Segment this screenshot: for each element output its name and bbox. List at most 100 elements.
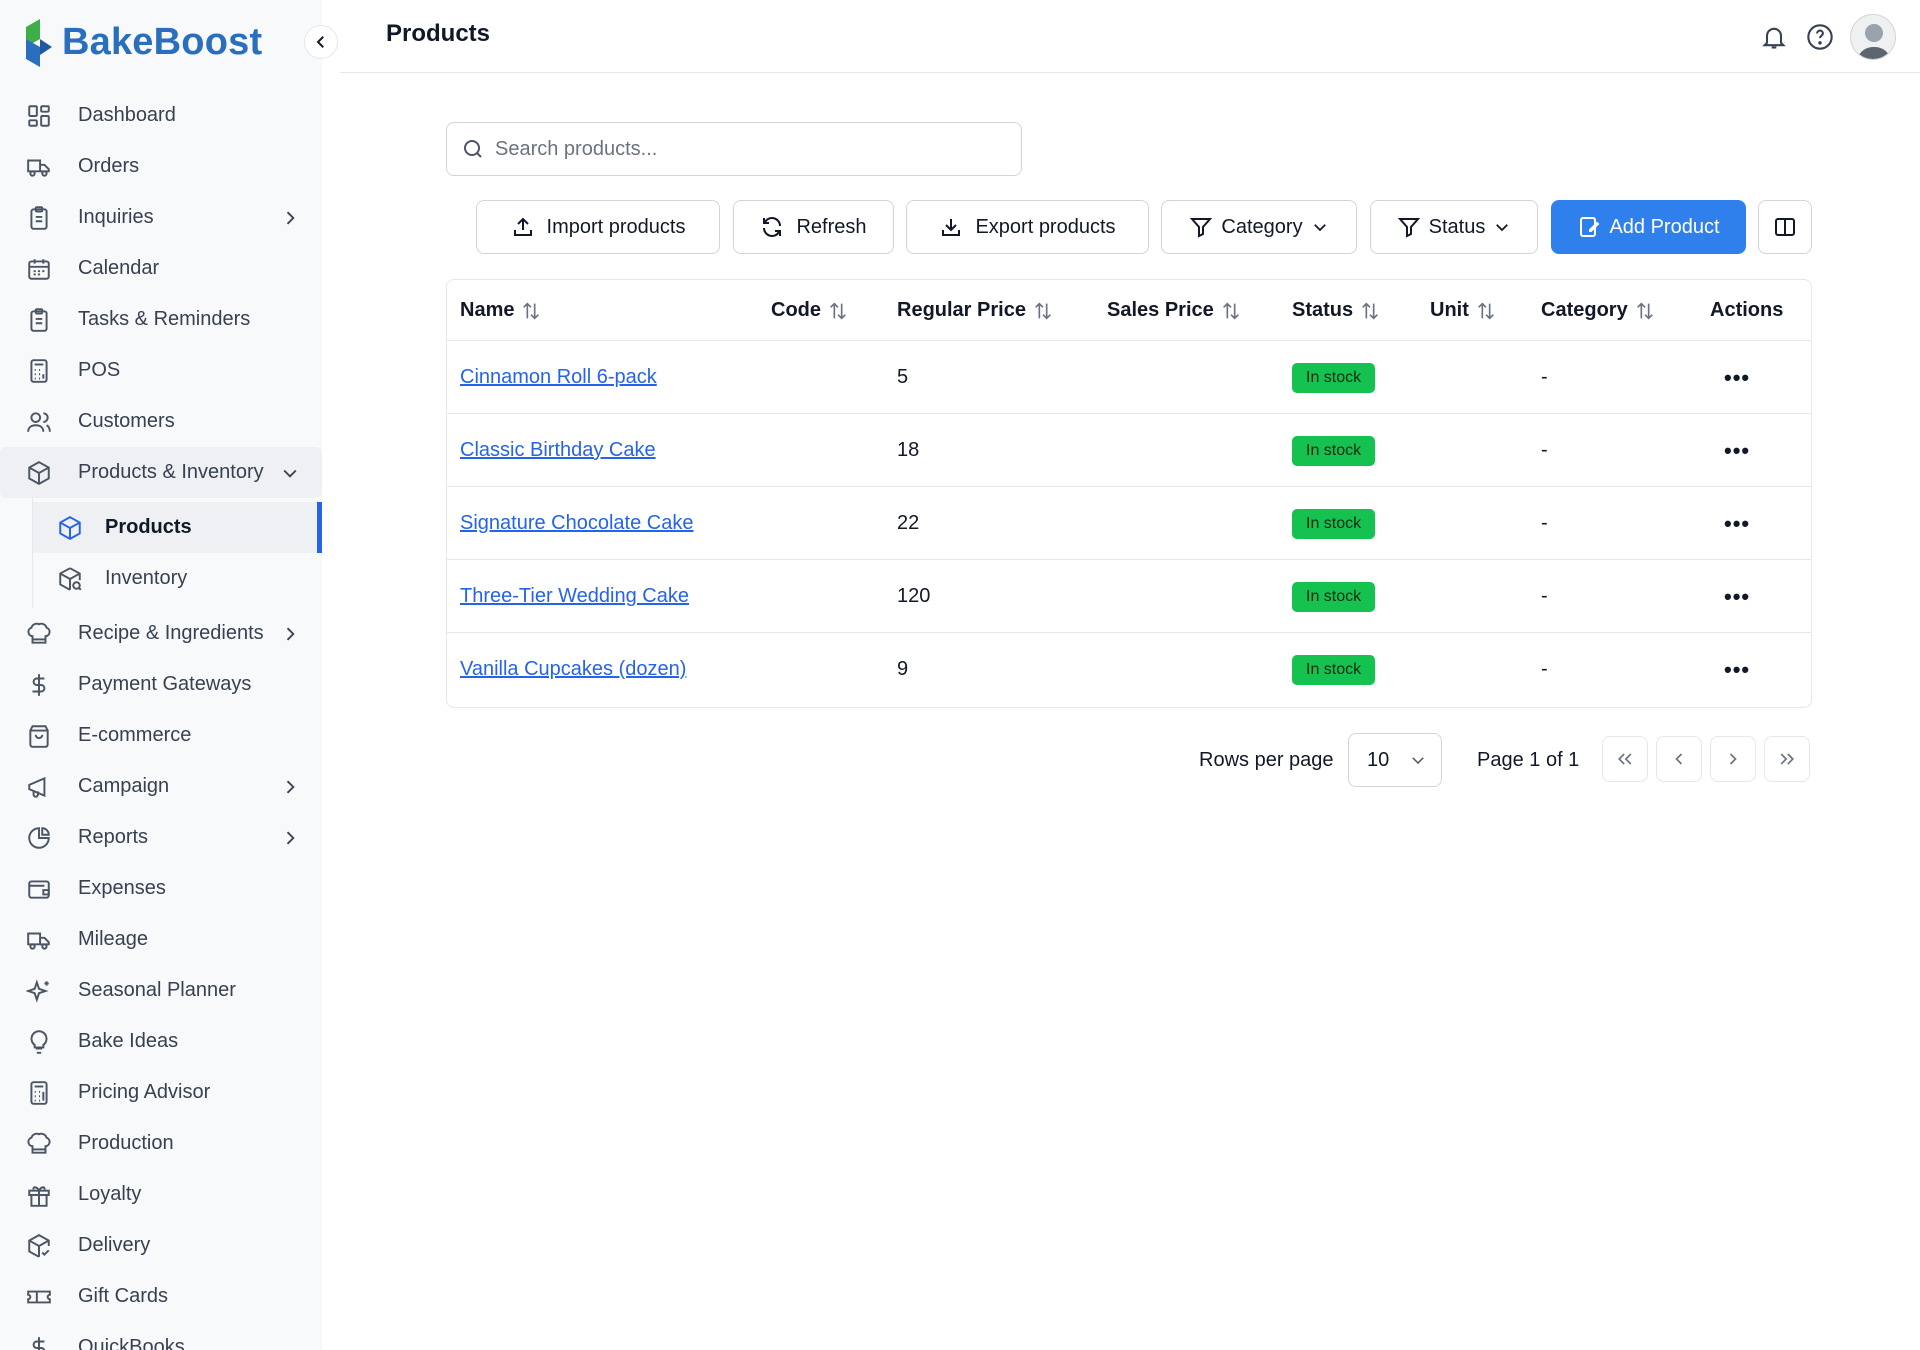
- sidebar-item-expenses[interactable]: Expenses: [0, 863, 322, 914]
- download-icon: [942, 219, 961, 236]
- chef-hat-icon: [24, 619, 54, 649]
- product-name-link[interactable]: Three-Tier Wedding Cake: [460, 585, 689, 608]
- truck-icon: [24, 152, 54, 182]
- chevron-down-icon: [1412, 757, 1425, 765]
- add-product-button[interactable]: Add Product: [1551, 200, 1746, 254]
- sidebar-item-inventory[interactable]: Inventory: [33, 553, 322, 604]
- column-header-name[interactable]: Name: [460, 280, 542, 341]
- users-icon: [24, 407, 54, 437]
- sidebar-item-customers[interactable]: Customers: [0, 396, 322, 447]
- table-row: Vanilla Cupcakes (dozen) 9 In stock - ••…: [447, 633, 1811, 706]
- sidebar-item-label: Loyalty: [78, 1183, 142, 1205]
- sort-icon: [1035, 301, 1051, 320]
- sidebar-item-recipe[interactable]: Recipe & Ingredients: [0, 608, 322, 659]
- regular-price-cell: 18: [897, 439, 920, 461]
- column-header-regular-price[interactable]: Regular Price: [897, 280, 1054, 341]
- sidebar-item-dashboard[interactable]: Dashboard: [0, 90, 322, 141]
- sidebar-item-payment-gateways[interactable]: Payment Gateways: [0, 659, 322, 710]
- import-products-button[interactable]: Import products: [476, 200, 720, 254]
- sidebar-item-quickbooks[interactable]: QuickBooks: [0, 1322, 322, 1350]
- status-filter-label: Status: [1428, 215, 1486, 238]
- rows-per-page-label: Rows per page: [1199, 748, 1334, 771]
- chevron-down-icon: [1313, 224, 1326, 232]
- category-cell: -: [1541, 585, 1548, 607]
- sidebar-item-pricing-advisor[interactable]: Pricing Advisor: [0, 1067, 322, 1118]
- search-input[interactable]: [495, 137, 995, 161]
- search-box[interactable]: [446, 122, 1022, 176]
- last-page-button[interactable]: [1764, 736, 1810, 782]
- sidebar-item-label: Expenses: [78, 877, 166, 899]
- product-name-link[interactable]: Signature Chocolate Cake: [460, 512, 693, 535]
- columns-toggle-button[interactable]: [1758, 200, 1812, 254]
- sidebar-item-tasks[interactable]: Tasks & Reminders: [0, 294, 322, 345]
- row-actions-button[interactable]: •••: [1724, 414, 1750, 487]
- sort-icon: [1636, 301, 1653, 320]
- collapse-sidebar-button[interactable]: [304, 25, 338, 59]
- column-header-sales-price[interactable]: Sales Price: [1107, 280, 1242, 341]
- search-icon: [464, 140, 482, 158]
- calendar-icon: [24, 254, 54, 284]
- category-filter-button[interactable]: Category: [1161, 200, 1357, 254]
- sidebar-item-loyalty[interactable]: Loyalty: [0, 1169, 322, 1220]
- sidebar-item-gift-cards[interactable]: Gift Cards: [0, 1271, 322, 1322]
- status-filter-button[interactable]: Status: [1370, 200, 1538, 254]
- table-row: Cinnamon Roll 6-pack 5 In stock - •••: [447, 341, 1811, 414]
- row-actions-button[interactable]: •••: [1724, 633, 1750, 706]
- row-actions-button[interactable]: •••: [1724, 487, 1750, 560]
- status-badge: In stock: [1292, 654, 1376, 685]
- gift-icon: [24, 1180, 54, 1210]
- sidebar-item-label: Dashboard: [78, 104, 176, 126]
- export-products-button[interactable]: Export products: [906, 200, 1149, 254]
- previous-page-button[interactable]: [1656, 736, 1702, 782]
- sidebar-item-mileage[interactable]: Mileage: [0, 914, 322, 965]
- product-name-link[interactable]: Cinnamon Roll 6-pack: [460, 366, 657, 389]
- status-badge: In stock: [1292, 508, 1376, 539]
- sidebar-item-pos[interactable]: POS: [0, 345, 322, 396]
- sidebar-item-products-inventory[interactable]: Products & Inventory: [0, 447, 322, 498]
- first-page-button[interactable]: [1602, 736, 1648, 782]
- sidebar-item-orders[interactable]: Orders: [0, 141, 322, 192]
- chevron-left-icon: [316, 36, 324, 48]
- sidebar-item-label: Production: [78, 1132, 174, 1154]
- sidebar-nav: Dashboard Orders Inquiries Calendar Task…: [0, 90, 322, 1350]
- column-header-code[interactable]: Code: [771, 280, 849, 341]
- category-cell: -: [1541, 439, 1548, 461]
- row-actions-button[interactable]: •••: [1724, 560, 1750, 633]
- upload-icon: [513, 217, 532, 236]
- products-table: Name Code Regular Price Sales Price Stat…: [446, 279, 1812, 708]
- column-header-status[interactable]: Status: [1292, 280, 1381, 341]
- column-label: Sales Price: [1107, 299, 1214, 321]
- help-icon[interactable]: [1804, 21, 1836, 53]
- edit-square-icon: [1580, 217, 1600, 237]
- page-title: Products: [386, 20, 491, 47]
- sidebar-item-seasonal-planner[interactable]: Seasonal Planner: [0, 965, 322, 1016]
- sidebar-item-bake-ideas[interactable]: Bake Ideas: [0, 1016, 322, 1067]
- sidebar-item-label: Orders: [78, 155, 140, 177]
- product-name-link[interactable]: Classic Birthday Cake: [460, 439, 656, 462]
- add-product-label: Add Product: [1609, 215, 1720, 238]
- sidebar-item-reports[interactable]: Reports: [0, 812, 322, 863]
- column-header-unit[interactable]: Unit: [1430, 280, 1497, 341]
- table-row: Signature Chocolate Cake 22 In stock - •…: [447, 487, 1811, 560]
- rows-per-page-value: 10: [1367, 748, 1390, 771]
- rows-per-page-select[interactable]: 10: [1348, 733, 1442, 787]
- chef-hat-icon: [24, 1129, 54, 1159]
- column-header-category[interactable]: Category: [1541, 280, 1656, 341]
- column-label: Status: [1292, 299, 1354, 321]
- brand-name: BakeBoost: [62, 20, 263, 63]
- sidebar-item-production[interactable]: Production: [0, 1118, 322, 1169]
- avatar[interactable]: [1850, 14, 1896, 60]
- sidebar-item-label: Payment Gateways: [78, 673, 252, 695]
- sparkles-icon: [24, 976, 54, 1006]
- bell-icon[interactable]: [1758, 21, 1790, 53]
- sidebar-item-products[interactable]: Products: [33, 502, 322, 553]
- category-cell: -: [1541, 366, 1548, 388]
- row-actions-button[interactable]: •••: [1724, 341, 1750, 414]
- sidebar-item-delivery[interactable]: Delivery: [0, 1220, 322, 1271]
- product-name-link[interactable]: Vanilla Cupcakes (dozen): [460, 658, 686, 681]
- refresh-button[interactable]: Refresh: [733, 200, 894, 254]
- sidebar-item-label: Reports: [78, 826, 149, 848]
- brand[interactable]: BakeBoost: [22, 16, 262, 68]
- pagination: Rows per page 10 Page 1 of 1: [0, 733, 1920, 787]
- next-page-button[interactable]: [1710, 736, 1756, 782]
